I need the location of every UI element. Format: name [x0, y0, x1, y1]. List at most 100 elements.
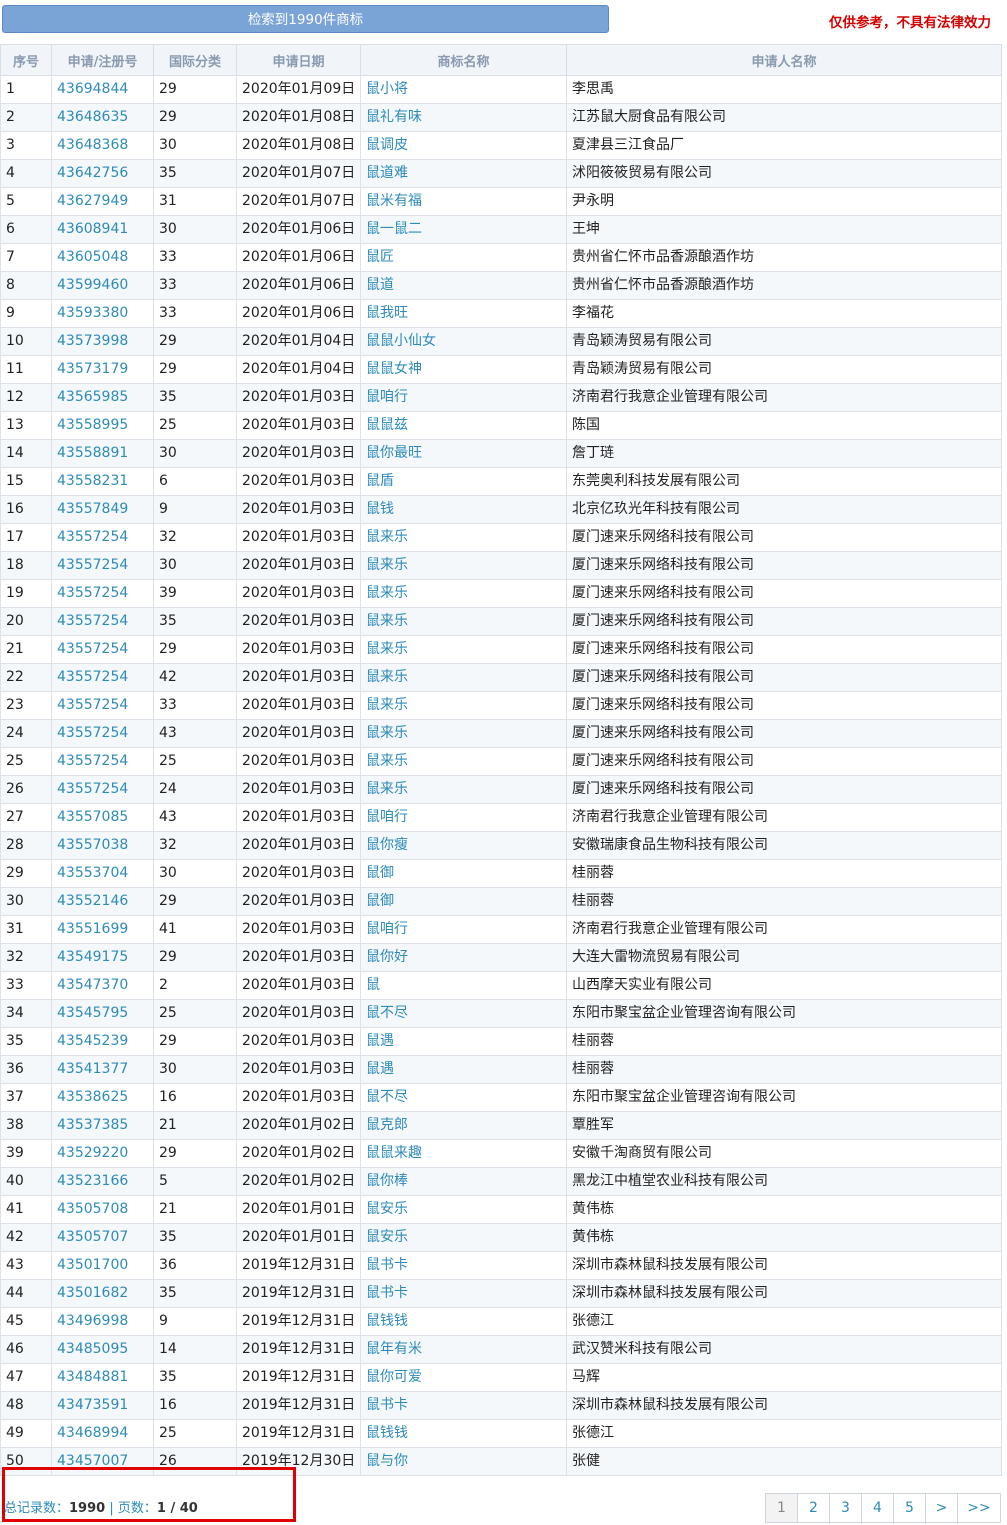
trademark-link[interactable]: 鼠克郎 [360, 1111, 567, 1140]
reg-no-link[interactable]: 43551699 [51, 915, 154, 944]
trademark-link[interactable]: 鼠遇 [360, 1055, 567, 1084]
trademark-link[interactable]: 鼠御 [360, 887, 567, 916]
reg-no-link[interactable]: 43553704 [51, 859, 154, 888]
reg-no-link[interactable]: 43558231 [51, 467, 154, 496]
reg-no-link[interactable]: 43605048 [51, 243, 154, 272]
trademark-link[interactable]: 鼠 [360, 971, 567, 1000]
trademark-link[interactable]: 鼠你瘦 [360, 831, 567, 860]
reg-no-link[interactable]: 43557254 [51, 607, 154, 636]
trademark-link[interactable]: 鼠来乐 [360, 607, 567, 636]
reg-no-link[interactable]: 43545795 [51, 999, 154, 1028]
reg-no-link[interactable]: 43523166 [51, 1167, 154, 1196]
reg-no-link[interactable]: 43557254 [51, 551, 154, 580]
reg-no-link[interactable]: 43694844 [51, 75, 154, 104]
trademark-link[interactable]: 鼠你可爱 [360, 1363, 567, 1392]
trademark-link[interactable]: 鼠钱 [360, 495, 567, 524]
reg-no-link[interactable]: 43505708 [51, 1195, 154, 1224]
trademark-link[interactable]: 鼠道难 [360, 159, 567, 188]
trademark-link[interactable]: 鼠书卡 [360, 1279, 567, 1308]
reg-no-link[interactable]: 43549175 [51, 943, 154, 972]
trademark-link[interactable]: 鼠你最旺 [360, 439, 567, 468]
reg-no-link[interactable]: 43557254 [51, 663, 154, 692]
reg-no-link[interactable]: 43627949 [51, 187, 154, 216]
page-1-button[interactable]: 1 [765, 1493, 798, 1523]
reg-no-link[interactable]: 43557849 [51, 495, 154, 524]
trademark-link[interactable]: 鼠礼有味 [360, 103, 567, 132]
reg-no-link[interactable]: 43557254 [51, 747, 154, 776]
trademark-link[interactable]: 鼠安乐 [360, 1223, 567, 1252]
reg-no-link[interactable]: 43599460 [51, 271, 154, 300]
reg-no-link[interactable]: 43468994 [51, 1419, 154, 1448]
trademark-link[interactable]: 鼠书卡 [360, 1391, 567, 1420]
reg-no-link[interactable]: 43593380 [51, 299, 154, 328]
reg-no-link[interactable]: 43557085 [51, 803, 154, 832]
reg-no-link[interactable]: 43541377 [51, 1055, 154, 1084]
reg-no-link[interactable]: 43608941 [51, 215, 154, 244]
trademark-link[interactable]: 鼠你好 [360, 943, 567, 972]
trademark-link[interactable]: 鼠你棒 [360, 1167, 567, 1196]
reg-no-link[interactable]: 43484881 [51, 1363, 154, 1392]
trademark-link[interactable]: 鼠来乐 [360, 523, 567, 552]
trademark-link[interactable]: 鼠来乐 [360, 579, 567, 608]
trademark-link[interactable]: 鼠一鼠二 [360, 215, 567, 244]
reg-no-link[interactable]: 43547370 [51, 971, 154, 1000]
reg-no-link[interactable]: 43557038 [51, 831, 154, 860]
reg-no-link[interactable]: 43648635 [51, 103, 154, 132]
reg-no-link[interactable]: 43648368 [51, 131, 154, 160]
reg-no-link[interactable]: 43573998 [51, 327, 154, 356]
reg-no-link[interactable]: 43505707 [51, 1223, 154, 1252]
trademark-link[interactable]: 鼠我旺 [360, 299, 567, 328]
trademark-link[interactable]: 鼠盾 [360, 467, 567, 496]
reg-no-link[interactable]: 43545239 [51, 1027, 154, 1056]
reg-no-link[interactable]: 43557254 [51, 691, 154, 720]
trademark-link[interactable]: 鼠鼠来趣 [360, 1139, 567, 1168]
page-3-button[interactable]: 3 [829, 1493, 862, 1523]
result-count-button[interactable]: 检索到1990件商标 [2, 5, 609, 33]
trademark-link[interactable]: 鼠米有福 [360, 187, 567, 216]
trademark-link[interactable]: 鼠来乐 [360, 663, 567, 692]
trademark-link[interactable]: 鼠来乐 [360, 635, 567, 664]
reg-no-link[interactable]: 43501700 [51, 1251, 154, 1280]
trademark-link[interactable]: 鼠小将 [360, 75, 567, 104]
trademark-link[interactable]: 鼠不尽 [360, 999, 567, 1028]
page-2-button[interactable]: 2 [797, 1493, 830, 1523]
reg-no-link[interactable]: 43538625 [51, 1083, 154, 1112]
trademark-link[interactable]: 鼠遇 [360, 1027, 567, 1056]
reg-no-link[interactable]: 43557254 [51, 719, 154, 748]
trademark-link[interactable]: 鼠安乐 [360, 1195, 567, 1224]
trademark-link[interactable]: 鼠钱钱 [360, 1307, 567, 1336]
trademark-link[interactable]: 鼠鼠女神 [360, 355, 567, 384]
reg-no-link[interactable]: 43557254 [51, 523, 154, 552]
reg-no-link[interactable]: 43558891 [51, 439, 154, 468]
trademark-link[interactable]: 鼠钱钱 [360, 1419, 567, 1448]
trademark-link[interactable]: 鼠来乐 [360, 691, 567, 720]
reg-no-link[interactable]: 43557254 [51, 579, 154, 608]
page-5-button[interactable]: 5 [893, 1493, 926, 1523]
reg-no-link[interactable]: 43537385 [51, 1111, 154, 1140]
trademark-link[interactable]: 鼠调皮 [360, 131, 567, 160]
trademark-link[interactable]: 鼠鼠小仙女 [360, 327, 567, 356]
trademark-link[interactable]: 鼠来乐 [360, 551, 567, 580]
trademark-link[interactable]: 鼠御 [360, 859, 567, 888]
reg-no-link[interactable]: 43557254 [51, 635, 154, 664]
last-page-button[interactable]: >> [957, 1493, 1001, 1523]
trademark-link[interactable]: 鼠与你 [360, 1447, 567, 1476]
reg-no-link[interactable]: 43485095 [51, 1335, 154, 1364]
trademark-link[interactable]: 鼠鼠兹 [360, 411, 567, 440]
reg-no-link[interactable]: 43501682 [51, 1279, 154, 1308]
page-4-button[interactable]: 4 [861, 1493, 894, 1523]
trademark-link[interactable]: 鼠来乐 [360, 775, 567, 804]
reg-no-link[interactable]: 43558995 [51, 411, 154, 440]
reg-no-link[interactable]: 43642756 [51, 159, 154, 188]
trademark-link[interactable]: 鼠来乐 [360, 747, 567, 776]
reg-no-link[interactable]: 43565985 [51, 383, 154, 412]
trademark-link[interactable]: 鼠咱行 [360, 383, 567, 412]
reg-no-link[interactable]: 43529220 [51, 1139, 154, 1168]
reg-no-link[interactable]: 43496998 [51, 1307, 154, 1336]
trademark-link[interactable]: 鼠道 [360, 271, 567, 300]
reg-no-link[interactable]: 43552146 [51, 887, 154, 916]
next-page-button[interactable]: > [925, 1493, 958, 1523]
trademark-link[interactable]: 鼠咱行 [360, 803, 567, 832]
trademark-link[interactable]: 鼠来乐 [360, 719, 567, 748]
reg-no-link[interactable]: 43557254 [51, 775, 154, 804]
